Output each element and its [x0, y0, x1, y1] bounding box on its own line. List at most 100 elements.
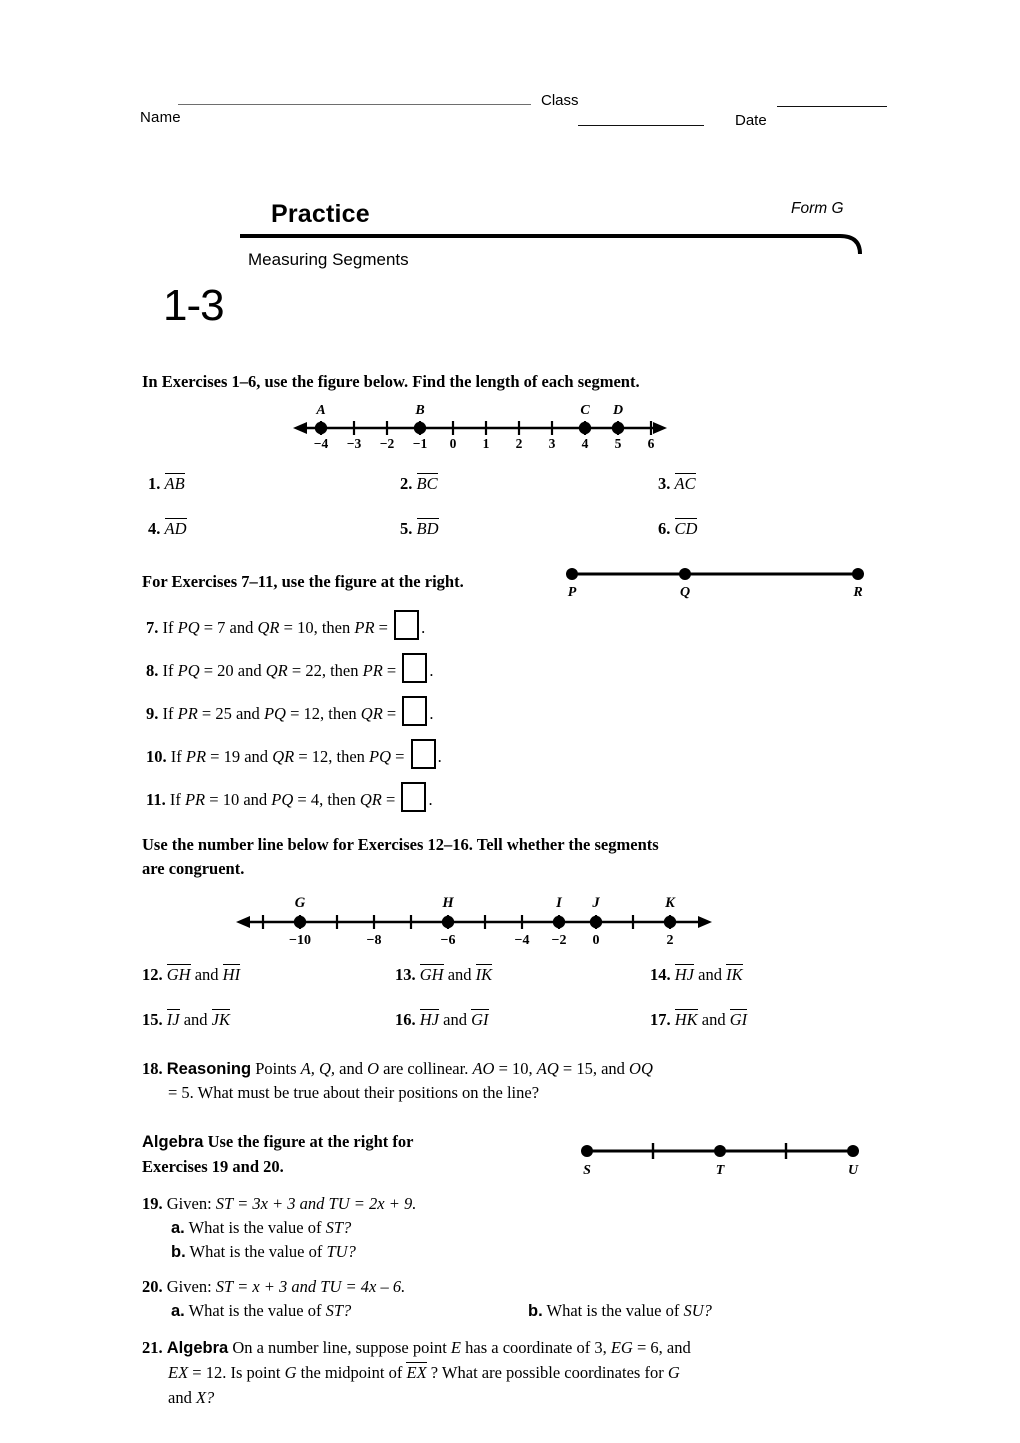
svg-text:2: 2 [516, 436, 523, 450]
svg-text:D: D [612, 403, 623, 418]
figure-segment-PQR: P Q R [560, 562, 870, 609]
exercise-8-eq3: = [382, 661, 401, 680]
figure-number-line-ABCD: A B C D −4 −3 −2 −1 0 1 2 3 4 5 6 [285, 398, 675, 455]
number-line-GHIJK-svg: G H I J K −10 −8 −6 −4 −2 0 2 [236, 895, 712, 948]
exercise-21-text-e: the midpoint of [296, 1363, 407, 1382]
lesson-number: 1-3 [163, 281, 225, 330]
exercise-10-eq2: = 12, then [294, 747, 370, 766]
exercise-13-segment-a: GH [419, 964, 444, 984]
svg-text:−1: −1 [413, 436, 428, 450]
exercise-21-line2: EX = 12. Is point G the midpoint of EX ?… [168, 1361, 680, 1385]
exercise-19-given: Given: [166, 1194, 216, 1213]
exercise-21-text-d: = 12. Is point [188, 1363, 285, 1382]
exercise-19a-label: a. [171, 1219, 185, 1237]
svg-text:C: C [580, 403, 590, 418]
exercise-10: 10. If PR = 19 and QR = 12, then PQ = . [146, 739, 442, 769]
exercise-7-eq3: = [374, 618, 393, 637]
exercise-21-text-b: has a coordinate of 3, [461, 1338, 611, 1357]
exercise-7-var1: PQ [177, 618, 200, 637]
exercise-8-var3: PR [362, 661, 383, 680]
exercise-10-var1: PR [185, 747, 207, 766]
figure-segment-STU: S T U [575, 1138, 865, 1189]
svg-text:P: P [568, 585, 577, 600]
exercise-8-answer-box[interactable] [402, 653, 428, 683]
exercise-17-segment-a: HK [674, 1009, 698, 1029]
exercise-20a-label: a. [171, 1302, 185, 1320]
exercise-21-EG: EG [610, 1338, 633, 1357]
exercise-1-number: 1. [148, 474, 161, 493]
exercise-18-line2: = 5. What must be true about their posit… [168, 1083, 540, 1102]
exercise-10-number: 10. [146, 747, 167, 766]
exercise-19b-var: TU? [326, 1242, 356, 1261]
svg-text:2: 2 [667, 933, 674, 946]
exercise-11-var2: PQ [271, 790, 294, 809]
exercise-7-number: 7. [146, 618, 159, 637]
exercise-21-text-a: On a number line, suppose point [228, 1338, 451, 1357]
exercise-21-var-G: G [284, 1363, 297, 1382]
svg-text:G: G [295, 895, 306, 911]
exercise-10-post: . [437, 747, 442, 766]
exercise-10-answer-box[interactable] [410, 739, 436, 769]
exercise-20a: a. What is the value of ST? [171, 1299, 351, 1323]
exercise-13-segment-b: IK [475, 964, 493, 984]
exercise-20-expr2: = 4x – 6. [341, 1277, 406, 1296]
lesson-subtitle: Measuring Segments [248, 250, 409, 269]
exercise-9-answer-box[interactable] [402, 696, 428, 726]
segment-STU-svg: S T U [581, 1143, 859, 1178]
exercise-18-vars: A, Q, [300, 1059, 336, 1078]
exercise-20-var1: ST [215, 1277, 233, 1296]
exercise-19a-text: What is the value of [184, 1218, 326, 1237]
exercise-12-number: 12. [142, 965, 163, 984]
exercise-7-var2: QR [257, 618, 280, 637]
svg-text:B: B [414, 403, 424, 418]
exercise-21-text-c: = 6, and [632, 1338, 691, 1357]
svg-text:U: U [848, 1163, 859, 1178]
exercise-11-eq2: = 4, then [293, 790, 360, 809]
exercise-10-eq1: = 19 and [206, 747, 273, 766]
exercise-9-var2: PQ [263, 704, 286, 723]
exercise-6-segment: CD [674, 518, 698, 538]
exercise-20-number: 20. [142, 1277, 163, 1296]
svg-text:5: 5 [615, 436, 622, 450]
exercise-7-answer-box[interactable] [394, 610, 420, 640]
svg-text:J: J [591, 895, 600, 911]
exercise-13-number: 13. [395, 965, 416, 984]
svg-text:−6: −6 [441, 933, 456, 946]
name-label: Name [140, 109, 181, 126]
exercise-7-eq2: = 10, then [279, 618, 355, 637]
exercise-18-number: 18. [142, 1059, 163, 1078]
exercise-3: 3. AC [658, 472, 696, 496]
exercise-19a: a. What is the value of ST? [171, 1216, 351, 1240]
svg-text:A: A [315, 403, 325, 418]
exercise-15-segment-b: JK [211, 1009, 230, 1029]
segment-PQR-svg: P Q R [566, 568, 864, 600]
exercise-19-number: 19. [142, 1194, 163, 1213]
exercise-20a-text: What is the value of [184, 1301, 326, 1320]
svg-text:4: 4 [582, 436, 589, 450]
exercise-21-text-g: and [168, 1388, 196, 1407]
exercise-19b: b. What is the value of TU? [171, 1240, 356, 1264]
exercise-4-segment: AD [164, 518, 187, 538]
svg-text:0: 0 [593, 933, 600, 946]
exercise-2-segment: BC [416, 473, 438, 493]
exercise-3-segment: AC [674, 473, 696, 493]
exercise-10-eq3: = [391, 747, 409, 766]
exercise-19-expr2: = 2x + 9. [349, 1194, 417, 1213]
exercise-4: 4. AD [148, 517, 187, 541]
svg-text:H: H [441, 895, 454, 911]
exercise-19-var1: ST [215, 1194, 233, 1213]
exercise-19-stem: 19. Given: ST = 3x + 3 and TU = 2x + 9. [142, 1192, 416, 1216]
exercise-15-and: and [183, 1010, 208, 1029]
exercise-20-given: Given: [166, 1277, 216, 1296]
exercise-8-pre: If [162, 661, 178, 680]
exercise-11-answer-box[interactable] [401, 782, 427, 812]
exercise-20b-label: b. [528, 1302, 543, 1320]
svg-text:−2: −2 [552, 933, 567, 946]
exercise-5-segment: BD [416, 518, 439, 538]
exercise-19b-label: b. [171, 1243, 186, 1261]
exercise-11-pre: If [169, 790, 185, 809]
exercise-18-OQ: OQ [629, 1059, 653, 1078]
exercise-21-line1: 21. Algebra On a number line, suppose po… [142, 1336, 691, 1360]
exercise-8-eq2: = 22, then [287, 661, 363, 680]
exercise-7-post: . [421, 618, 426, 637]
